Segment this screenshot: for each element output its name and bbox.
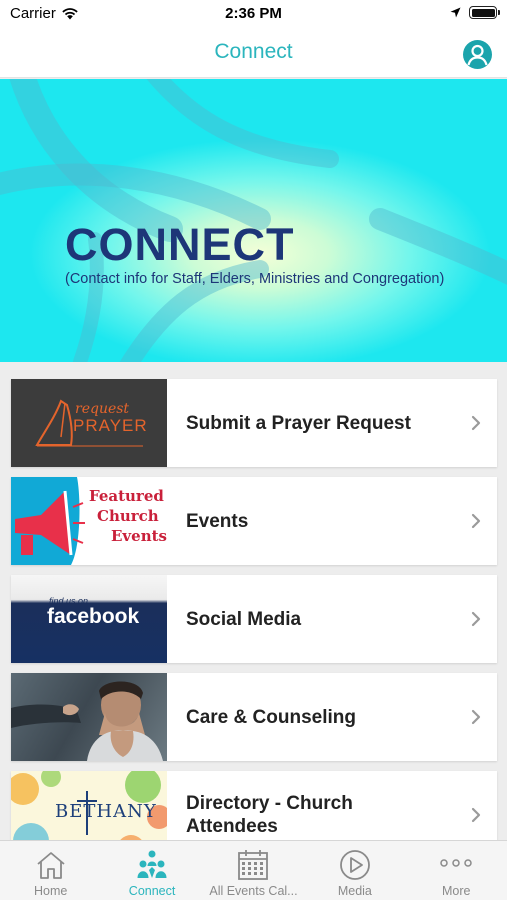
more-dots-icon <box>440 859 472 867</box>
prayer-thumb-text-1: request <box>75 401 130 417</box>
events-thumb-text-1: Featured <box>89 487 164 505</box>
tab-all-events-calendar[interactable]: All Events Cal... <box>203 841 304 900</box>
tab-label: Media <box>337 884 372 898</box>
tab-label: More <box>442 884 471 898</box>
list-item-label: Social Media <box>186 608 302 630</box>
list-item-label: Directory - Church Attendees <box>186 793 353 837</box>
navigation-bar: Connect <box>0 28 507 78</box>
list-item-label: Submit a Prayer Request <box>186 412 411 434</box>
list-item-label: Care & Counseling <box>186 706 356 728</box>
location-arrow-icon <box>450 7 461 18</box>
chevron-right-icon <box>471 709 481 725</box>
house-icon <box>37 852 65 879</box>
people-icon <box>137 850 167 878</box>
list-item-label: Events <box>186 510 249 532</box>
tab-connect[interactable]: Connect <box>101 841 202 900</box>
events-thumb-text-3: Events <box>111 527 167 545</box>
banner-subtitle: (Contact info for Staff, Elders, Ministr… <box>65 271 445 287</box>
social-media-thumbnail: find us on facebook <box>11 575 167 663</box>
calendar-icon <box>238 850 269 880</box>
list-item-care-counseling[interactable]: Care & Counseling <box>11 673 497 761</box>
care-counseling-thumbnail <box>11 673 167 761</box>
profile-button[interactable] <box>463 40 492 69</box>
status-indicators <box>450 6 500 19</box>
chevron-right-icon <box>471 807 481 823</box>
list-item-events[interactable]: Featured Church Events Events <box>11 477 497 565</box>
person-circle-icon <box>467 44 488 66</box>
tab-media[interactable]: Media <box>304 841 405 900</box>
status-time: 2:36 PM <box>225 5 282 22</box>
chevron-right-icon <box>471 415 481 431</box>
page-title: Connect <box>214 40 293 63</box>
events-thumb-text-2: Church <box>97 507 159 525</box>
counseling-photo <box>11 681 163 761</box>
tab-label: Connect <box>128 884 176 898</box>
prayer-thumb-text-2: PRAYER <box>73 416 148 435</box>
status-bar: Carrier 2:36 PM <box>0 0 507 28</box>
list-item-social-media[interactable]: find us on facebook Social Media <box>11 575 497 663</box>
connect-list: request PRAYER Submit a Prayer Request F… <box>11 379 497 869</box>
battery-icon <box>469 6 500 19</box>
social-thumb-text-2: facebook <box>47 605 140 628</box>
chevron-right-icon <box>471 611 481 627</box>
tab-bar: Home Connect All Events Cal... Media Mor… <box>0 840 507 900</box>
tab-more[interactable]: More <box>406 841 507 900</box>
bethany-thumb-text: BETHANY <box>55 801 157 822</box>
play-circle-icon <box>339 850 370 880</box>
chevron-right-icon <box>471 513 481 529</box>
events-thumbnail: Featured Church Events <box>11 477 167 565</box>
list-item-prayer-request[interactable]: request PRAYER Submit a Prayer Request <box>11 379 497 467</box>
tab-label: All Events Cal... <box>209 884 298 898</box>
connect-banner: CONNECT (Contact info for Staff, Elders,… <box>0 79 507 362</box>
banner-title: CONNECT <box>65 219 295 270</box>
prayer-request-thumbnail: request PRAYER <box>11 379 167 467</box>
tab-label: Home <box>34 884 68 898</box>
tab-home[interactable]: Home <box>0 841 101 900</box>
